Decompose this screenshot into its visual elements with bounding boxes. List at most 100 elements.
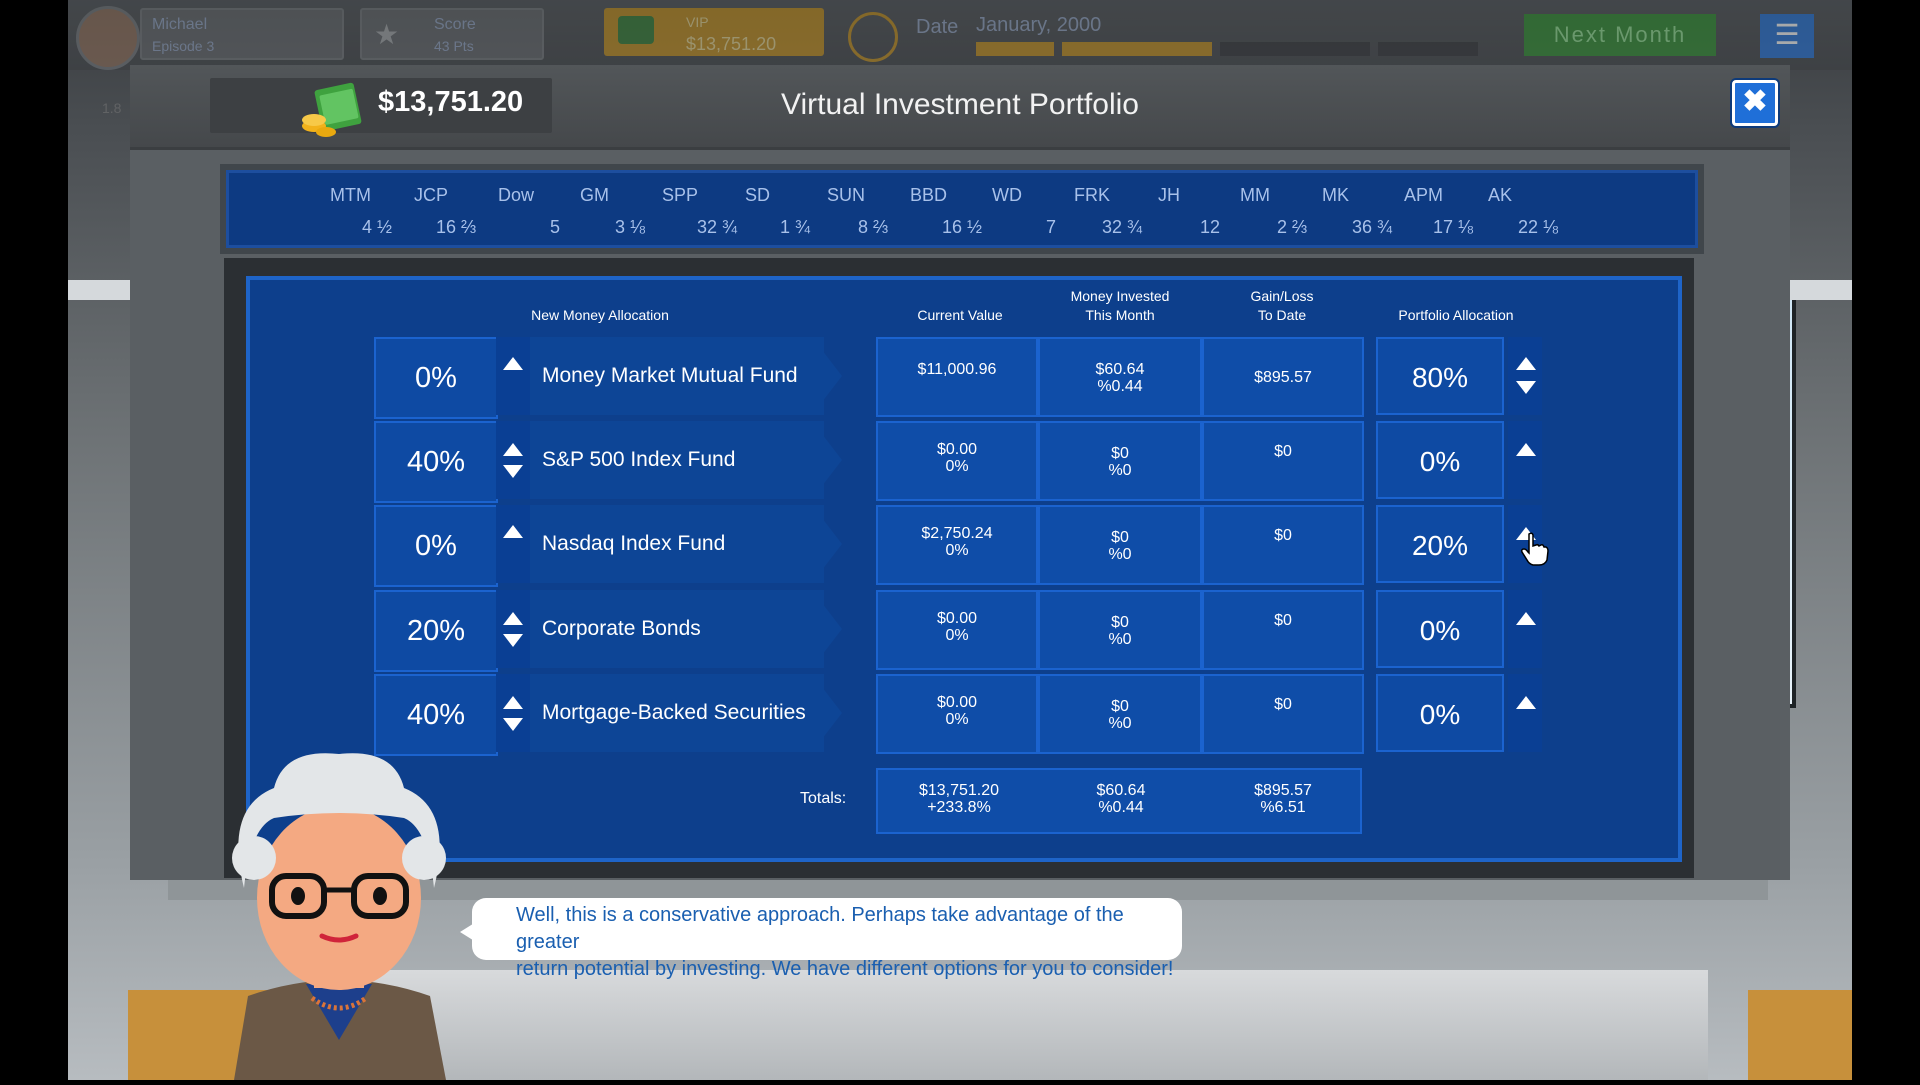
new-money-stepper[interactable]: [496, 421, 530, 499]
new-money-pct: 0%: [374, 337, 498, 419]
speech-line-2: return potential by investing. We have d…: [516, 958, 1174, 980]
money-invested-cell: $0 %0: [1038, 590, 1202, 670]
new-money-stepper[interactable]: [496, 337, 530, 415]
ticker-price: 2 ⅔: [1277, 217, 1308, 237]
money-invested-pct: %0: [1108, 631, 1132, 648]
fund-arrow: [812, 505, 842, 583]
allocation-up-arrow-icon[interactable]: [1516, 612, 1536, 625]
current-value-cell: $2,750.24 0%: [876, 505, 1038, 585]
avatar[interactable]: [76, 6, 140, 70]
money-invested-amount: $0: [1111, 614, 1129, 631]
totals-gl-pct: %6.51: [1260, 799, 1306, 816]
allocation-stepper[interactable]: [1508, 590, 1542, 668]
player-name: Michael: [152, 16, 208, 33]
ticker-symbol: SD: [745, 185, 771, 205]
ticker-price: 3 ⅛: [615, 217, 646, 237]
current-value-cell: $11,000.96: [876, 337, 1038, 417]
new-money-pct: 40%: [374, 421, 498, 503]
current-value-pct: 0%: [945, 458, 969, 475]
fund-name: Nasdaq Index Fund: [530, 505, 824, 583]
close-icon: ✖: [1742, 85, 1768, 118]
ticker-price: 5: [550, 217, 561, 237]
score-value: 43 Pts: [434, 38, 474, 54]
ticker-symbol: SPP: [662, 185, 699, 205]
allocation-down-arrow-icon[interactable]: [1516, 381, 1536, 394]
vip-label: VIP: [686, 14, 709, 30]
money-stack-icon: [300, 80, 366, 145]
ticker-symbol: MM: [1240, 185, 1270, 205]
totals-money-invested: $60.64 %0.44: [1040, 782, 1202, 816]
decrease-arrow-icon[interactable]: [503, 634, 523, 647]
money-invested-pct: %0: [1108, 546, 1132, 563]
increase-arrow-icon[interactable]: [503, 357, 523, 370]
current-value-amount: $11,000.96: [917, 361, 997, 378]
totals-row: $13,751.20 +233.8% $60.64 %0.44 $895.57 …: [876, 768, 1362, 834]
increase-arrow-icon[interactable]: [503, 525, 523, 538]
ticker-symbol: JCP: [414, 185, 449, 205]
portfolio-allocation-pct: 0%: [1376, 590, 1504, 668]
ticker-symbol: MK: [1322, 185, 1349, 205]
gain-loss-cell: $0: [1202, 505, 1364, 585]
date-value: January, 2000: [976, 14, 1102, 36]
cash-icon: [618, 16, 654, 44]
increase-arrow-icon[interactable]: [503, 443, 523, 456]
header-new-money: New Money Allocation: [531, 307, 669, 323]
increase-arrow-icon[interactable]: [503, 612, 523, 625]
header-gain-loss-line2: To Date: [1257, 307, 1307, 323]
allocation-stepper[interactable]: [1508, 337, 1542, 415]
fund-name: Corporate Bonds: [530, 590, 824, 668]
current-value-cell: $0.00 0%: [876, 421, 1038, 501]
score-label: Score: [434, 16, 476, 33]
header-gain-loss: Gain/Loss To Date: [1202, 287, 1362, 325]
new-money-stepper[interactable]: [496, 590, 530, 668]
increase-arrow-icon[interactable]: [503, 696, 523, 709]
header-money-invested: Money Invested This Month: [1040, 287, 1200, 325]
new-money-pct: 40%: [374, 674, 498, 756]
new-money-stepper[interactable]: [496, 505, 530, 583]
portfolio-total-value: $13,751.20: [378, 86, 524, 118]
totals-mi-pct: %0.44: [1098, 799, 1144, 816]
advisor-speech-bubble: Well, this is a conservative approach. P…: [472, 898, 1182, 980]
allocation-stepper[interactable]: [1508, 674, 1542, 752]
decrease-arrow-icon[interactable]: [503, 718, 523, 731]
allocation-up-arrow-icon[interactable]: [1516, 696, 1536, 709]
allocation-up-arrow-icon[interactable]: [1516, 357, 1536, 370]
ticker-price: 36 ¾: [1352, 217, 1393, 237]
month-progress-segment: [1062, 42, 1212, 56]
player-panel[interactable]: Michael Episode 3: [140, 8, 344, 60]
portfolio-allocation-pct: 20%: [1376, 505, 1504, 583]
ticker-symbol: GM: [580, 185, 609, 205]
ticker-price: 32 ¾: [697, 217, 738, 237]
header-money-invested-line2: This Month: [1085, 307, 1155, 323]
vip-panel[interactable]: VIP $13,751.20: [604, 8, 824, 56]
decrease-arrow-icon[interactable]: [503, 465, 523, 478]
gain-loss-amount: $0: [1274, 527, 1292, 544]
portfolio-allocation-pct: 0%: [1376, 674, 1504, 752]
gain-loss-amount: $895.57: [1254, 369, 1312, 386]
money-invested-pct: %0: [1108, 715, 1132, 732]
totals-cv-pct: +233.8%: [927, 799, 991, 816]
ticker-price: 22 ⅛: [1518, 217, 1559, 237]
totals-gain-loss: $895.57 %6.51: [1202, 782, 1364, 816]
close-button[interactable]: ✖: [1732, 80, 1778, 126]
allocation-stepper[interactable]: [1508, 421, 1542, 499]
month-progress-segment: [1220, 42, 1370, 56]
money-invested-pct: %0: [1108, 462, 1132, 479]
portfolio-allocation-pct: 0%: [1376, 421, 1504, 499]
money-invested-cell: $0 %0: [1038, 421, 1202, 501]
ticker-symbol: WD: [992, 185, 1022, 205]
menu-icon[interactable]: ☰: [1760, 14, 1814, 58]
ticker-symbol: AK: [1488, 185, 1513, 205]
money-invested-pct: %0.44: [1097, 378, 1143, 395]
totals-label: Totals:: [800, 790, 847, 807]
ticker-symbol: SUN: [827, 185, 866, 205]
score-panel[interactable]: ★ Score 43 Pts: [360, 8, 544, 60]
current-value-amount: $2,750.24: [921, 525, 993, 542]
next-month-button[interactable]: Next Month: [1524, 14, 1716, 56]
allocation-up-arrow-icon[interactable]: [1516, 443, 1536, 456]
ticker-price: 1 ¾: [780, 217, 811, 237]
ticker-symbol: JH: [1158, 185, 1180, 205]
new-money-stepper[interactable]: [496, 674, 530, 752]
ticker-price: 16 ½: [942, 217, 983, 237]
ticker-price: 32 ¾: [1102, 217, 1143, 237]
